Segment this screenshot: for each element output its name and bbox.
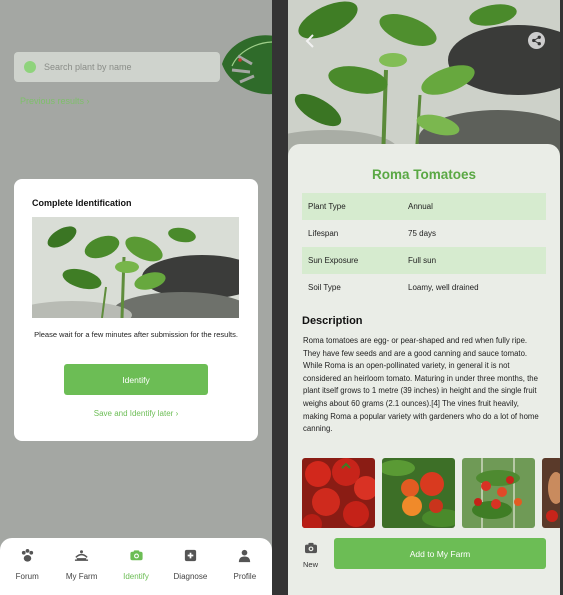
previous-results-link[interactable]: Previous results ›: [20, 96, 90, 106]
bottom-nav: Forum My Farm Identify Diagnose Profile: [0, 538, 272, 595]
farm-icon: [75, 550, 89, 561]
new-photo-button[interactable]: New: [303, 542, 318, 569]
save-identify-later-link[interactable]: Save and Identify later ›: [14, 409, 258, 418]
nav-label: My Farm: [65, 572, 98, 581]
info-value: Full sun: [402, 247, 546, 274]
nav-identify[interactable]: Identify: [109, 538, 163, 595]
save-link-label: Save and Identify later: [93, 409, 174, 418]
share-button[interactable]: [528, 32, 545, 49]
plant-name: Roma Tomatoes: [371, 167, 477, 182]
nav-label: Profile: [233, 572, 257, 581]
identification-modal: Complete Identification Please wait for …: [14, 179, 258, 441]
description-heading: Description: [302, 315, 363, 327]
identify-button[interactable]: Identify: [64, 364, 208, 395]
seedling-photo: [32, 217, 239, 318]
chevron-right-icon: ›: [86, 96, 90, 106]
nav-my-farm[interactable]: My Farm: [54, 538, 108, 595]
camera-icon: [304, 542, 317, 554]
plant-hero-photo: [288, 0, 560, 160]
monstera-leaf-icon: [222, 35, 272, 95]
person-icon: [239, 549, 251, 563]
table-row: Plant Type Annual: [302, 193, 546, 220]
info-key: Soil Type: [308, 283, 341, 292]
info-value: Loamy, well drained: [408, 283, 479, 292]
description-text: Roma tomatoes are egg- or pear-shaped an…: [303, 336, 539, 434]
identify-screen: Previous results › Complete Identificati…: [0, 0, 272, 595]
info-key: Sun Exposure: [302, 247, 402, 274]
photo-gallery[interactable]: [302, 458, 560, 528]
plus-square-icon: [184, 549, 197, 562]
nav-label: Forum: [15, 572, 39, 581]
table-row: Soil Type Loamy, well drained: [302, 274, 546, 301]
app-canvas: Previous results › Complete Identificati…: [0, 0, 563, 595]
add-to-my-farm-button[interactable]: Add to My Farm: [334, 538, 546, 569]
wait-message: Please wait for a few minutes after subm…: [34, 330, 238, 339]
share-icon: [532, 35, 541, 46]
gallery-photo[interactable]: [382, 458, 455, 528]
previous-results-label: Previous results: [20, 96, 85, 106]
new-label: New: [303, 560, 319, 569]
gallery-photo[interactable]: [302, 458, 375, 528]
plant-detail-screen: Roma Tomatoes Plant Type Annual Lifespan…: [288, 0, 560, 595]
info-key: Plant Type: [302, 193, 402, 220]
nav-forum[interactable]: Forum: [0, 538, 54, 595]
modal-title: Complete Identification: [32, 198, 132, 208]
gallery-photo[interactable]: [542, 458, 560, 528]
info-value: 75 days: [408, 229, 437, 238]
table-row: Sun Exposure Full sun: [302, 247, 546, 274]
info-key: Lifespan: [308, 229, 339, 238]
gallery-photo[interactable]: [462, 458, 535, 528]
nav-diagnose[interactable]: Diagnose: [163, 538, 217, 595]
search-input[interactable]: [44, 62, 194, 72]
detail-sheet: Roma Tomatoes Plant Type Annual Lifespan…: [288, 144, 560, 595]
table-row: Lifespan 75 days: [302, 220, 546, 247]
back-arrow-icon[interactable]: [304, 34, 316, 48]
chevron-right-icon: ›: [175, 409, 179, 418]
detail-action-bar: New Add to My Farm: [288, 534, 560, 595]
nav-profile[interactable]: Profile: [218, 538, 272, 595]
search-bar[interactable]: [14, 52, 220, 82]
nav-label: Identify: [123, 572, 149, 581]
camera-icon: [129, 550, 143, 561]
plant-info-table: Plant Type Annual Lifespan 75 days Sun E…: [302, 193, 546, 301]
info-value: Annual: [402, 193, 546, 220]
nav-label: Diagnose: [173, 572, 208, 581]
search-icon: [24, 61, 36, 73]
paw-icon: [21, 548, 33, 562]
